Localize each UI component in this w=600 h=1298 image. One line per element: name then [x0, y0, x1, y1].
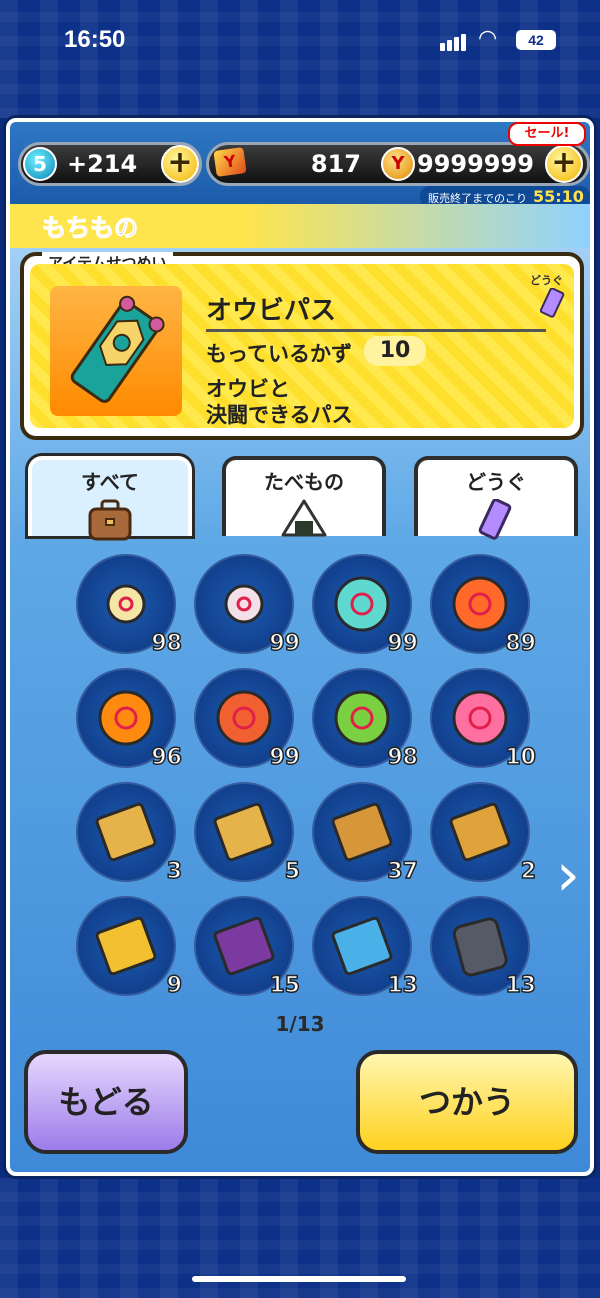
item-slot-small-orb-2[interactable]: 99 — [194, 554, 301, 657]
home-indicator[interactable] — [192, 1276, 406, 1282]
ticket-icon: Y — [213, 147, 247, 177]
use-button[interactable]: つかう — [356, 1050, 578, 1154]
page-indicator: 1/13 — [275, 1012, 325, 1036]
item-slot-book-deluxe[interactable]: 9 — [76, 896, 183, 999]
item-quantity: 5 — [284, 858, 301, 885]
wifi-icon: ◠ — [478, 26, 498, 51]
add-coins-button[interactable]: + — [545, 145, 583, 183]
item-description-card: アイテムせつめい どうぐ オウビパス もっているかず 10 オウビと 決闘できる… — [20, 252, 584, 440]
item-quantity: 99 — [269, 744, 301, 771]
item-description-line1: オウビと — [206, 377, 290, 401]
item-slot-flame-orb[interactable]: 96 — [76, 668, 183, 771]
item-quantity: 98 — [151, 630, 183, 657]
item-quantity: 9 — [166, 972, 183, 999]
owned-count-value: 10 — [364, 336, 426, 366]
currency-bar: 5 +214 + Y 817 Y 9999999 + セール! 販売終了までのこ… — [10, 122, 590, 210]
item-slot-book-2[interactable]: 5 — [194, 782, 301, 885]
item-slot-book-4[interactable]: 2 — [430, 782, 537, 885]
item-quantity: 13 — [505, 972, 537, 999]
item-slot-rainbow-orb-gold[interactable]: 98 — [312, 668, 419, 771]
item-quantity: 13 — [387, 972, 419, 999]
category-tag: どうぐ — [530, 274, 563, 287]
item-slot-book-3[interactable]: 37 — [312, 782, 419, 885]
book-1-icon — [95, 802, 157, 862]
book-4-icon — [449, 802, 511, 862]
item-quantity: 98 — [387, 744, 419, 771]
item-quantity: 99 — [269, 630, 301, 657]
coin-count: 9999999 — [417, 150, 534, 178]
item-slot-book-blue[interactable]: 13 — [312, 896, 419, 999]
coin-icon: Y — [381, 147, 415, 181]
tab-food-label: たべもの — [264, 470, 344, 494]
inventory-panel: 5 +214 + Y 817 Y 9999999 + セール! 販売終了までのこ… — [6, 118, 594, 1176]
item-quantity: 2 — [520, 858, 537, 885]
item-slot-book-purple[interactable]: 15 — [194, 896, 301, 999]
section-header: もちもの — [10, 204, 590, 248]
item-slot-small-orb-1[interactable]: 98 — [76, 554, 183, 657]
item-slot-swirl-orb-cyan[interactable]: 99 — [312, 554, 419, 657]
item-quantity: 10 — [505, 744, 537, 771]
book-2-icon — [213, 802, 275, 862]
next-page-arrow[interactable]: › — [556, 840, 580, 910]
item-quantity: 37 — [387, 858, 419, 885]
item-quantity: 96 — [151, 744, 183, 771]
item-slot-swirl-orb-orange[interactable]: 89 — [430, 554, 537, 657]
level-badge: 5 — [23, 147, 57, 181]
item-image — [50, 286, 182, 416]
item-slot-orb-on-stand[interactable]: 99 — [194, 668, 301, 771]
item-grid: 98 99 99 89 96 99 98 10 3 5 37 2 9 15 13 13 — [10, 532, 590, 1032]
item-slot-stone-tablet[interactable]: 13 — [430, 896, 537, 999]
section-title: もちもの — [42, 214, 139, 243]
tab-all-label: すべて — [81, 470, 139, 494]
status-time: 16:50 — [64, 26, 126, 53]
pass-icon — [70, 295, 165, 403]
item-quantity: 89 — [505, 630, 537, 657]
item-quantity: 15 — [269, 972, 301, 999]
tab-all[interactable]: すべて — [28, 456, 192, 541]
signal-icon — [440, 32, 468, 51]
item-name: オウビパス — [206, 290, 546, 332]
status-bar: 16:50 ◠ 42 — [0, 0, 600, 80]
item-quantity: 99 — [387, 630, 419, 657]
add-level-button[interactable]: + — [161, 145, 199, 183]
item-description: オウビと 決闘できるパス — [206, 376, 353, 428]
tab-tools[interactable]: どうぐ — [414, 456, 578, 540]
owned-count-label: もっているかず — [206, 342, 352, 366]
level-amount: +214 — [67, 150, 138, 178]
item-quantity: 3 — [166, 858, 183, 885]
sale-badge[interactable]: セール! — [508, 122, 586, 146]
money-pill: Y 817 Y 9999999 + — [206, 142, 590, 186]
item-slot-book-1[interactable]: 3 — [76, 782, 183, 885]
book-deluxe-icon — [95, 916, 157, 976]
item-description-line2: 決闘できるパス — [206, 403, 353, 427]
description-body: どうぐ オウビパス もっているかず 10 オウビと 決闘できるパス — [30, 264, 574, 428]
level-pill: 5 +214 + — [18, 142, 202, 186]
ticket-count: 817 — [310, 150, 361, 178]
tab-food[interactable]: たべもの — [222, 456, 386, 537]
battery-icon: 42 — [516, 30, 556, 50]
tab-tools-label: どうぐ — [466, 470, 526, 494]
item-slot-rainbow-orb-deluxe[interactable]: 10 — [430, 668, 537, 771]
back-button[interactable]: もどる — [24, 1050, 188, 1154]
